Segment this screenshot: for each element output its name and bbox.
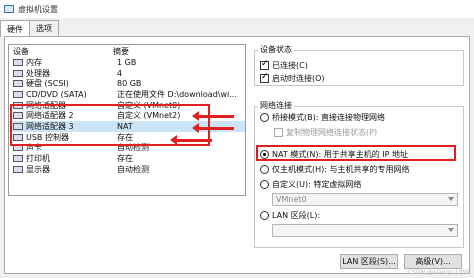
cpu-icon bbox=[13, 69, 23, 77]
tab-strip: 硬件 选项 bbox=[0, 20, 59, 37]
radio-circle bbox=[260, 150, 269, 159]
custom-radio[interactable]: 自定义(U): 特定虚拟网络 bbox=[260, 179, 361, 190]
radio-circle bbox=[260, 165, 269, 174]
advanced-button[interactable]: 高级(V)... bbox=[404, 254, 462, 269]
lan-segment-radio[interactable]: LAN 区段(L): bbox=[260, 210, 320, 221]
title-bar: 虚拟机设置 bbox=[0, 0, 474, 18]
device-name: 处理器 bbox=[26, 68, 50, 78]
radio-circle bbox=[260, 211, 269, 220]
disk-icon bbox=[13, 80, 23, 88]
replicate-label: 复制物理网络连接状态(P) bbox=[286, 128, 378, 137]
arrow-annotation bbox=[192, 111, 234, 121]
connected-checkbox[interactable]: 已连接(C) bbox=[260, 59, 308, 71]
device-status-title: 设备状态 bbox=[258, 44, 294, 55]
arrow-annotation bbox=[192, 123, 234, 133]
bridged-label: 桥接模式(B): 直接连接物理网络 bbox=[272, 113, 385, 122]
watermark: CSDN @xiaoqiu1999 bbox=[407, 269, 470, 276]
tab-options[interactable]: 选项 bbox=[29, 20, 59, 36]
checkbox-box bbox=[260, 59, 269, 70]
host-only-radio[interactable]: 仅主机模式(H): 与主机共享的专用网络 bbox=[260, 164, 410, 175]
device-row-harddisk[interactable]: 硬盘 (SCSI) 80 GB bbox=[9, 78, 245, 89]
device-name: 显示器 bbox=[26, 164, 50, 174]
vm-settings-icon bbox=[4, 5, 14, 13]
device-list-header: 设备 摘要 bbox=[9, 45, 245, 57]
host-only-label: 仅主机模式(H): 与主机共享的专用网络 bbox=[272, 165, 410, 174]
connect-on-power-label: 启动时连接(O) bbox=[272, 74, 325, 83]
network-connection-title: 网络连接 bbox=[258, 100, 294, 111]
printer-icon bbox=[13, 155, 23, 163]
device-summary: 正在使用文件 D:\download\wi... bbox=[117, 89, 237, 99]
device-row-memory[interactable]: 内存 1 GB bbox=[9, 57, 245, 68]
device-name: CD/DVD (SATA) bbox=[26, 89, 87, 99]
device-name: 打印机 bbox=[26, 154, 50, 164]
bridged-radio[interactable]: 桥接模式(B): 直接连接物理网络 bbox=[260, 112, 385, 123]
radio-circle bbox=[260, 113, 269, 122]
device-summary: 自动检测 bbox=[117, 164, 149, 174]
device-row-display[interactable]: 显示器 自动检测 bbox=[9, 164, 245, 175]
window-title: 虚拟机设置 bbox=[18, 4, 58, 14]
device-row-printer[interactable]: 打印机 存在 bbox=[9, 153, 245, 164]
custom-label: 自定义(U): 特定虚拟网络 bbox=[272, 180, 362, 189]
lan-segment-select[interactable] bbox=[272, 224, 458, 237]
custom-network-value: VMnet0 bbox=[276, 195, 307, 204]
device-name: 硬盘 (SCSI) bbox=[26, 79, 69, 89]
connect-on-power-checkbox[interactable]: 启动时连接(O) bbox=[260, 72, 325, 84]
device-summary: 1 GB bbox=[117, 57, 137, 67]
arrow-annotation bbox=[170, 135, 212, 145]
chevron-down-icon bbox=[448, 228, 454, 232]
radio-circle bbox=[260, 180, 269, 189]
device-summary: 存在 bbox=[117, 154, 133, 164]
tab-hardware[interactable]: 硬件 bbox=[0, 20, 30, 37]
custom-network-select[interactable]: VMnet0 bbox=[272, 193, 458, 206]
memory-icon bbox=[13, 58, 23, 66]
nat-radio[interactable]: NAT 模式(N): 用于共享主机的 IP 地址 bbox=[260, 149, 408, 160]
lan-segments-button[interactable]: LAN 区段(S)... bbox=[340, 254, 398, 269]
replicate-checkbox[interactable]: 复制物理网络连接状态(P) bbox=[274, 127, 377, 138]
device-summary: 80 GB bbox=[117, 79, 142, 89]
checkbox-box bbox=[274, 128, 283, 137]
connected-label: 已连接(C) bbox=[272, 61, 308, 70]
lan-segment-label: LAN 区段(L): bbox=[272, 211, 321, 220]
column-device: 设备 bbox=[13, 46, 29, 56]
device-row-processor[interactable]: 处理器 4 bbox=[9, 68, 245, 79]
column-summary: 摘要 bbox=[113, 46, 129, 56]
checkbox-box bbox=[260, 72, 269, 83]
device-summary: 4 bbox=[117, 68, 123, 78]
display-icon bbox=[13, 165, 23, 173]
device-row-cdrom[interactable]: CD/DVD (SATA) 正在使用文件 D:\download\wi... bbox=[9, 89, 245, 100]
cdrom-icon bbox=[13, 90, 23, 98]
device-name: 内存 bbox=[26, 57, 42, 67]
chevron-down-icon bbox=[448, 197, 454, 201]
nat-label: NAT 模式(N): 用于共享主机的 IP 地址 bbox=[272, 150, 408, 159]
